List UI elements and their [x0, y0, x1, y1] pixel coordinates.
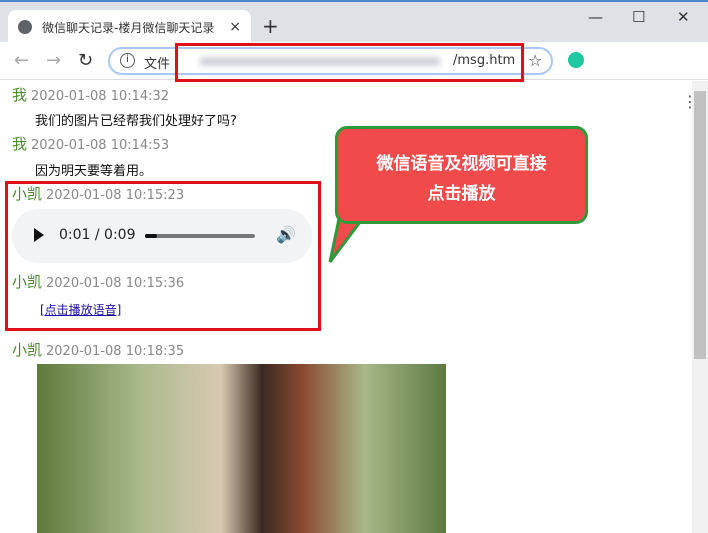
forward-icon[interactable]: →	[46, 50, 61, 71]
callout-annotation: 微信语音及视频可直接 点击播放	[335, 126, 588, 224]
timestamp: 2020-01-08 10:14:53	[31, 138, 170, 153]
sender: 我	[12, 135, 28, 153]
url-highlight-box	[175, 43, 524, 82]
message-text: 我们的图片已经帮我们处理好了吗?	[35, 114, 237, 129]
url-scheme-label: 文件	[144, 57, 171, 72]
sender: 我	[12, 86, 28, 104]
message-header: 小凯 2020-01-08 10:18:35	[12, 339, 184, 360]
callout-line1: 微信语音及视频可直接	[376, 154, 547, 174]
reload-icon[interactable]: ↻	[78, 50, 93, 71]
message-header: 我 2020-01-08 10:14:53	[12, 133, 169, 154]
bookmark-star-icon[interactable]: ☆	[528, 51, 542, 70]
message-image[interactable]	[37, 364, 446, 533]
message-text: 因为明天要等着用。	[35, 164, 153, 179]
browser-tab[interactable]: 微信聊天记录-楼月微信聊天记录 ×	[8, 10, 251, 44]
new-tab-button[interactable]: +	[262, 14, 279, 38]
minimize-button[interactable]: —	[588, 8, 603, 26]
tab-title: 微信聊天记录-楼月微信聊天记录	[42, 20, 215, 35]
message-header: 我 2020-01-08 10:14:32	[12, 84, 169, 105]
extension-icon[interactable]	[568, 52, 584, 68]
back-icon[interactable]: ←	[14, 50, 29, 71]
info-icon[interactable]: i	[120, 53, 135, 68]
close-tab-icon[interactable]: ×	[229, 19, 241, 35]
highlight-box	[5, 181, 321, 331]
maximize-button[interactable]: ☐	[632, 8, 645, 26]
sender: 小凯	[12, 341, 43, 359]
close-window-button[interactable]: ✕	[677, 8, 690, 26]
title-bar: 微信聊天记录-楼月微信聊天记录 × + — ☐ ✕	[0, 0, 708, 44]
timestamp: 2020-01-08 10:14:32	[31, 89, 170, 104]
timestamp: 2020-01-08 10:18:35	[46, 344, 185, 359]
scrollbar-thumb[interactable]	[694, 91, 706, 359]
globe-icon	[18, 20, 32, 34]
callout-line2: 点击播放	[427, 184, 496, 204]
scrollbar[interactable]	[692, 81, 708, 533]
